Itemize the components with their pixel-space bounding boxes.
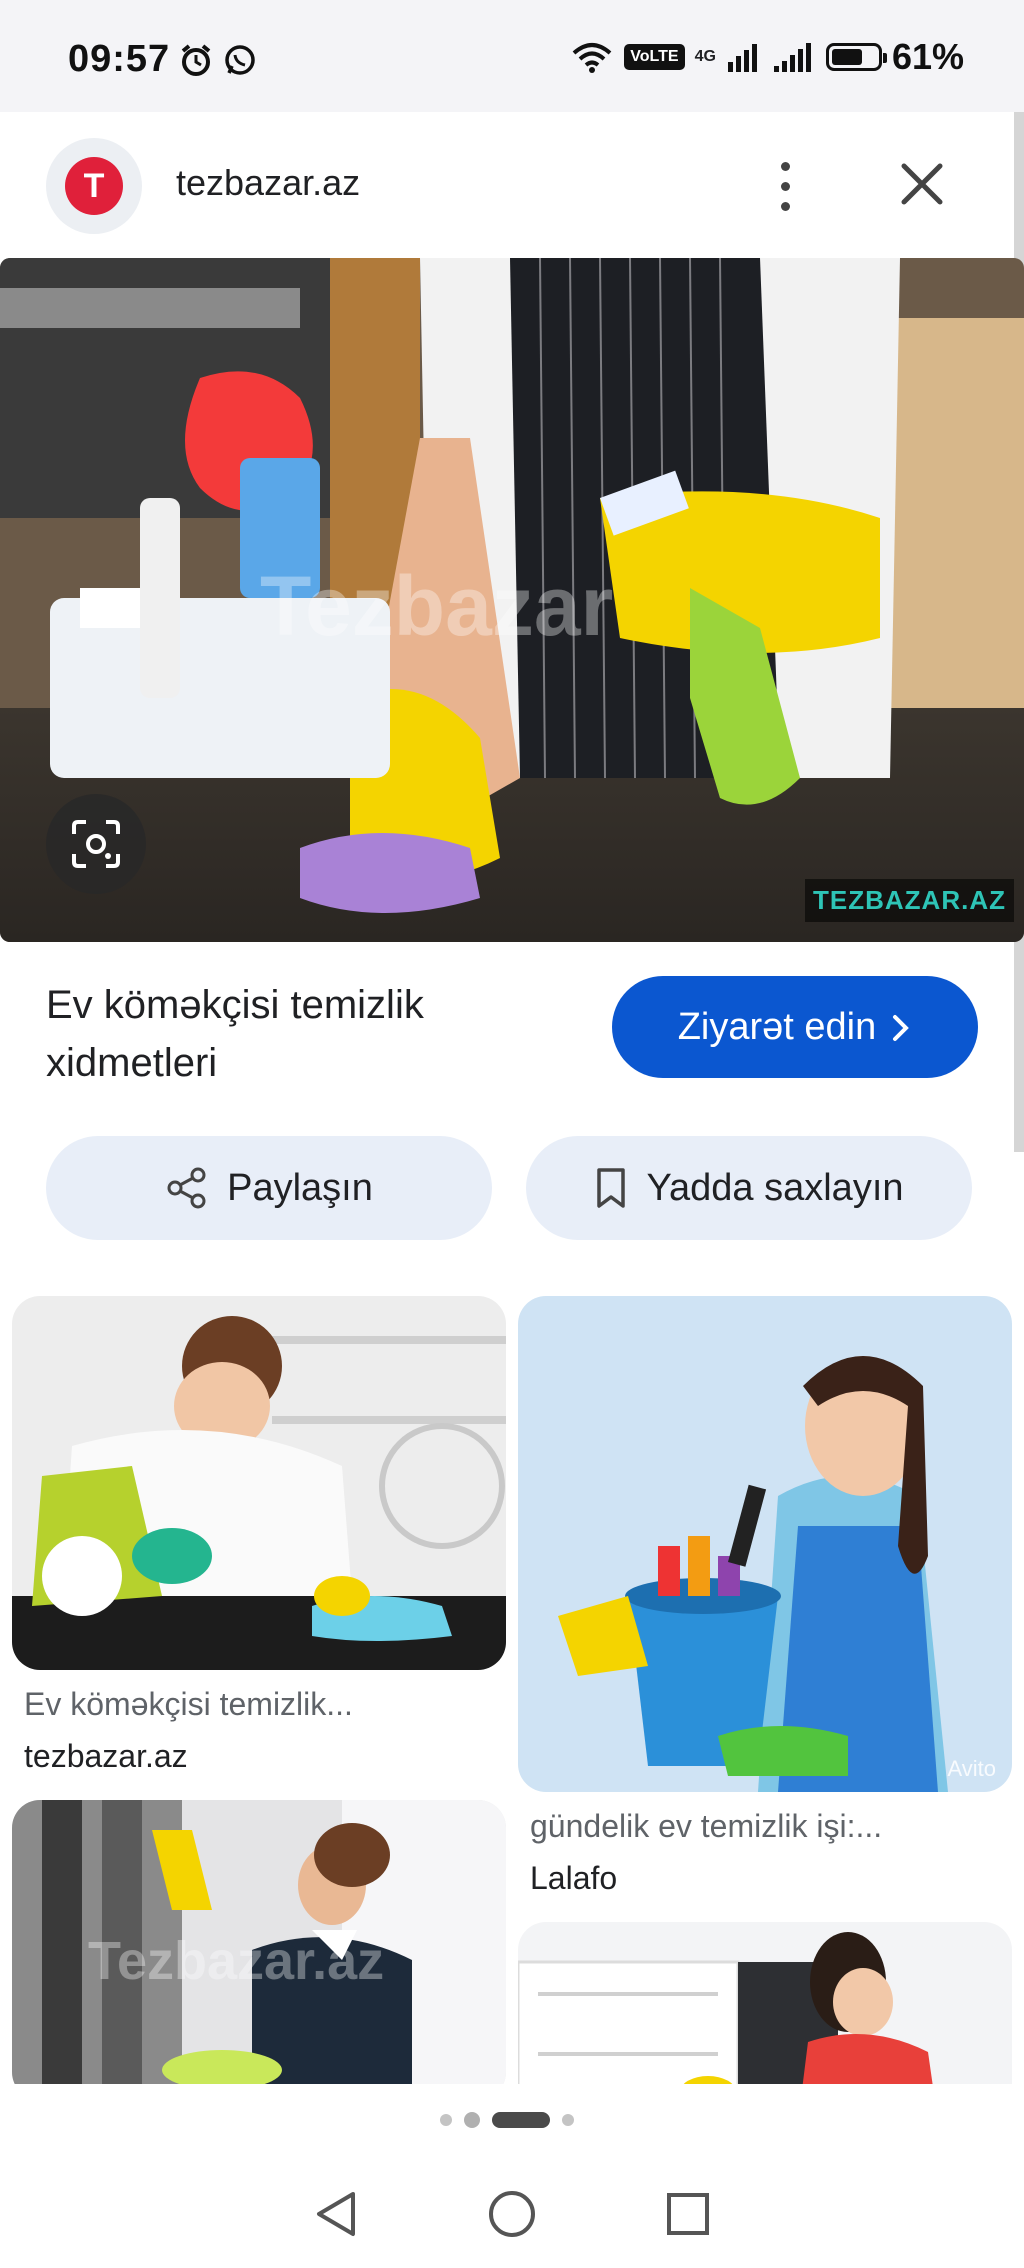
recents-button[interactable] <box>660 2186 716 2242</box>
battery-percent: 61% <box>891 36 964 77</box>
related-card-2[interactable]: Avito <box>518 1296 1012 1792</box>
signal-icon-2 <box>773 43 811 72</box>
related-caption-1[interactable]: Ev köməkçisi temizlik... <box>24 1686 353 1723</box>
share-label: Paylaşın <box>227 1166 373 1209</box>
page-dot <box>440 2114 452 2126</box>
related-watermark-3: Tezbazar.az <box>88 1931 385 1991</box>
lens-icon <box>72 820 120 868</box>
back-icon <box>317 2192 355 2236</box>
wifi-icon <box>572 43 612 73</box>
viewer-header: T tezbazar.az <box>0 112 1024 258</box>
back-button[interactable] <box>308 2186 364 2242</box>
related-caption-2[interactable]: gündelik ev temizlik işi:... <box>530 1808 882 1845</box>
related-source-2[interactable]: Lalafo <box>530 1860 617 1897</box>
battery-icon <box>825 43 887 71</box>
more-options-icon[interactable] <box>770 156 800 216</box>
lens-button[interactable] <box>46 794 146 894</box>
related-image-2 <box>518 1296 1012 1792</box>
site-name[interactable]: tezbazar.az <box>176 162 360 204</box>
image-title: Ev köməkçisi temizlik xidmetleri <box>46 983 424 1085</box>
page-dot <box>562 2114 574 2126</box>
system-nav-bar <box>0 2160 1024 2268</box>
status-time: 09:57 <box>68 38 171 80</box>
volte-badge: VoLTE <box>624 44 685 70</box>
watermark-center: Tezbazar <box>260 559 614 653</box>
related-card-3[interactable]: Tezbazar.az <box>12 1800 506 2100</box>
close-icon[interactable] <box>896 158 948 210</box>
bookmark-icon <box>597 1168 626 1208</box>
share-icon <box>167 1167 206 1209</box>
favicon-letter: T <box>65 157 123 215</box>
hero-image[interactable]: Tezbazar TEZBAZAR.AZ <box>0 258 1024 942</box>
recents-icon <box>667 2193 709 2235</box>
page-dot-active <box>492 2112 550 2128</box>
whatsapp-icon <box>225 45 255 75</box>
alarm-icon <box>181 44 211 76</box>
related-watermark-2: Avito <box>947 1756 996 1781</box>
save-button[interactable]: Yadda saxlayın <box>526 1136 972 1240</box>
home-icon <box>489 2191 535 2237</box>
related-card-1[interactable] <box>12 1296 506 1670</box>
watermark-corner: TEZBAZAR.AZ <box>805 879 1014 922</box>
related-source-1[interactable]: tezbazar.az <box>24 1738 188 1775</box>
visit-button[interactable]: Ziyarət edin <box>612 976 978 1078</box>
status-bar: 09:57 VoLTE 4G 61% <box>0 0 1024 112</box>
chevron-right-icon <box>893 1015 910 1041</box>
network-type: 4G <box>694 48 716 65</box>
save-label: Yadda saxlayın <box>646 1166 904 1209</box>
visit-label: Ziyarət edin <box>677 1005 877 1048</box>
home-button[interactable] <box>484 2186 540 2242</box>
site-favicon[interactable]: T <box>46 138 142 234</box>
page-indicator <box>440 2112 574 2128</box>
share-button[interactable]: Paylaşın <box>46 1136 492 1240</box>
related-image-1 <box>12 1296 506 1670</box>
signal-icon <box>727 44 757 72</box>
page-dot <box>464 2112 480 2128</box>
